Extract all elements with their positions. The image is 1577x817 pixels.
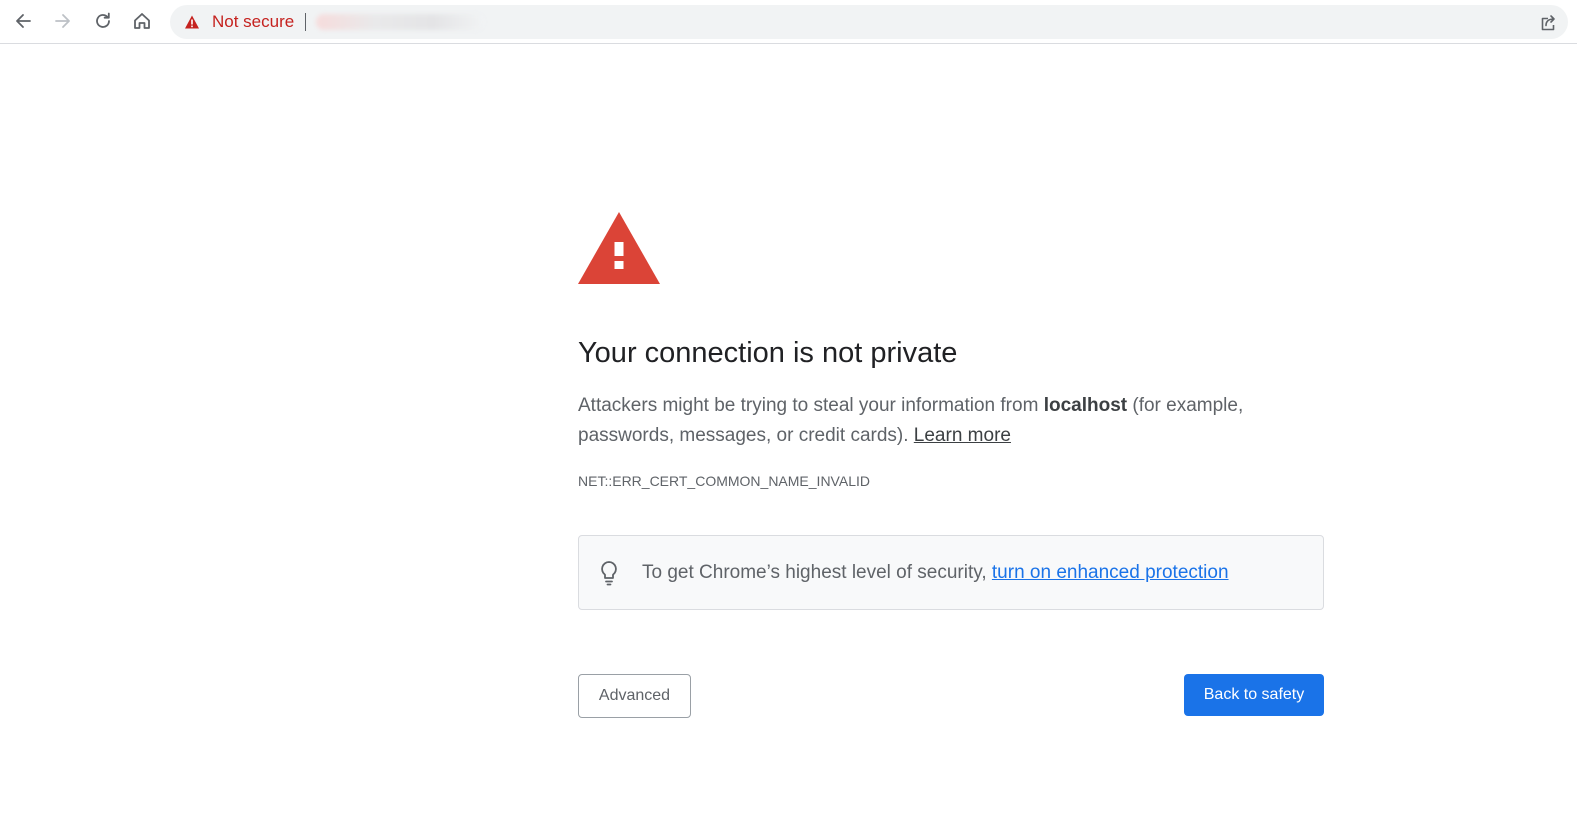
home-icon <box>134 13 150 29</box>
forward-button[interactable] <box>48 6 78 36</box>
url-text-blurred <box>316 14 484 30</box>
back-button[interactable] <box>8 6 38 36</box>
reload-icon <box>96 12 110 28</box>
error-code[interactable]: NET::ERR_CERT_COMMON_NAME_INVALID <box>578 472 870 490</box>
lightbulb-icon <box>601 561 617 586</box>
back-arrow-icon <box>16 14 31 28</box>
promo-text: To get Chrome’s highest level of securit… <box>642 562 1229 584</box>
advanced-button[interactable]: Advanced <box>578 674 691 718</box>
forward-arrow-icon <box>55 14 70 28</box>
enhanced-protection-link[interactable]: turn on enhanced protection <box>992 562 1229 583</box>
message-text-before: Attackers might be trying to steal your … <box>578 395 1044 416</box>
browser-toolbar: Not secure <box>0 0 1577 44</box>
learn-more-link[interactable]: Learn more <box>914 425 1011 446</box>
enhanced-protection-promo: To get Chrome’s highest level of securit… <box>578 535 1324 610</box>
host-name: localhost <box>1043 395 1128 416</box>
promo-message: To get Chrome’s highest level of securit… <box>642 562 992 583</box>
home-button[interactable] <box>127 6 157 36</box>
reload-button[interactable] <box>88 6 118 36</box>
address-bar[interactable]: Not secure <box>170 5 1568 39</box>
page-title: Your connection is not private <box>578 337 958 369</box>
back-to-safety-button[interactable]: Back to safety <box>1184 674 1324 716</box>
share-button[interactable] <box>1533 8 1563 38</box>
warning-triangle-icon <box>185 15 199 29</box>
address-separator <box>305 13 306 31</box>
danger-triangle-icon <box>578 212 660 284</box>
share-icon <box>1541 15 1555 31</box>
security-status-label[interactable]: Not secure <box>212 12 294 32</box>
warning-message: Attackers might be trying to steal your … <box>578 391 1278 451</box>
